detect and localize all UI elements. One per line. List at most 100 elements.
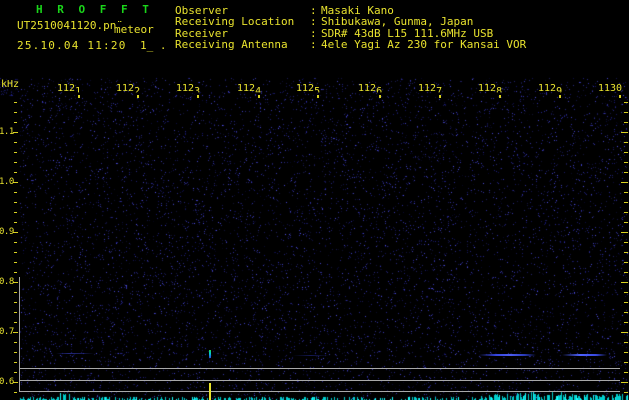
echo-counter: 1_ . xyxy=(140,39,167,52)
axis-tick xyxy=(624,262,628,263)
doppler-streak-3 xyxy=(479,354,536,356)
axis-tick xyxy=(624,102,628,103)
axis-tick xyxy=(14,222,17,223)
axis-tick xyxy=(14,322,17,323)
axis-tick xyxy=(624,302,628,303)
freq-unit-label: kHz xyxy=(1,79,20,90)
axis-tick xyxy=(14,252,17,253)
panel-left-border xyxy=(19,277,20,392)
spectrogram-noise-canvas xyxy=(0,0,629,400)
file-name: UT2510041120.pn¨ xyxy=(17,19,123,32)
axis-tick xyxy=(624,162,628,163)
axis-tick xyxy=(137,95,139,98)
axis-tick xyxy=(14,292,17,293)
axis-tick xyxy=(619,95,621,98)
doppler-streak-4 xyxy=(562,354,607,356)
time-axis-label: 1128 xyxy=(478,83,503,97)
axis-tick xyxy=(14,202,17,203)
axis-tick xyxy=(258,95,260,98)
axis-tick xyxy=(14,102,17,103)
axis-tick xyxy=(624,322,628,323)
axis-tick xyxy=(621,382,628,383)
time-axis-label: 1130 xyxy=(598,83,623,94)
axis-tick xyxy=(14,352,17,353)
axis-tick xyxy=(14,302,17,303)
axis-tick xyxy=(624,202,628,203)
axis-tick xyxy=(197,95,199,98)
axis-tick xyxy=(621,282,628,283)
axis-tick xyxy=(624,192,628,193)
axis-tick xyxy=(14,312,17,313)
file-line: UT2510041120.pn¨meteor xyxy=(17,19,154,36)
axis-tick xyxy=(499,95,501,98)
doppler-streak-1 xyxy=(56,353,94,354)
axis-tick xyxy=(14,212,17,213)
axis-tick xyxy=(317,95,319,98)
axis-tick xyxy=(14,122,17,123)
axis-tick xyxy=(14,112,17,113)
axis-tick xyxy=(14,162,17,163)
axis-tick xyxy=(624,342,628,343)
datetime-line: 25.10.04 11:20 1_ . xyxy=(17,39,167,52)
axis-tick xyxy=(14,172,17,173)
time-axis-label: 1123 xyxy=(176,83,201,97)
axis-tick xyxy=(624,142,628,143)
meteor-echo-mark xyxy=(209,350,211,358)
time-axis-label: 1129 xyxy=(538,83,563,97)
axis-tick xyxy=(624,272,628,273)
time-axis-label: 1126 xyxy=(358,83,383,97)
axis-tick xyxy=(14,242,17,243)
axis-tick xyxy=(14,372,17,373)
axis-tick xyxy=(559,95,561,98)
axis-tick xyxy=(439,95,441,98)
axis-tick xyxy=(14,152,17,153)
freq-axis-label: 0.8 xyxy=(0,277,14,287)
freq-axis-label: 0.7 xyxy=(0,327,14,337)
freq-axis-label: 1.1 xyxy=(0,127,14,137)
time-axis-label: 1122 xyxy=(116,83,141,97)
time-axis-label: 1124 xyxy=(237,83,262,97)
axis-tick xyxy=(379,95,381,98)
header-field-colon: : xyxy=(310,38,317,52)
axis-tick xyxy=(14,392,17,393)
axis-tick xyxy=(624,112,628,113)
axis-tick xyxy=(624,292,628,293)
axis-tick xyxy=(624,152,628,153)
axis-tick xyxy=(624,222,628,223)
axis-tick xyxy=(14,362,17,363)
axis-tick xyxy=(621,182,628,183)
axis-tick xyxy=(624,352,628,353)
time-axis-label: 1121 xyxy=(57,83,82,97)
axis-tick xyxy=(14,272,17,273)
time-axis-label: 1125 xyxy=(296,83,321,97)
axis-tick xyxy=(14,262,17,263)
axis-tick xyxy=(624,242,628,243)
axis-tick xyxy=(14,342,17,343)
freq-axis-label: 0.6 xyxy=(0,377,14,387)
axis-tick xyxy=(624,172,628,173)
axis-tick xyxy=(621,232,628,233)
header-field-label: Receiving Antenna xyxy=(175,38,288,52)
axis-tick xyxy=(14,192,17,193)
freq-axis-label: 1.0 xyxy=(0,177,14,187)
doppler-streak-2 xyxy=(293,355,329,356)
axis-tick xyxy=(14,142,17,143)
axis-tick xyxy=(621,132,628,133)
axis-tick xyxy=(624,312,628,313)
header-fields: Observer: Masaki Kano Receiving Location: S… xyxy=(175,5,526,51)
time-axis-label: 1127 xyxy=(418,83,443,97)
axis-tick xyxy=(624,122,628,123)
panel-divider-line-bottom xyxy=(19,391,620,392)
mode-label: meteor xyxy=(113,23,154,36)
axis-tick xyxy=(624,362,628,363)
header-field-value: 4ele Yagi Az 230 for Kansai VOR xyxy=(321,38,527,52)
echo-count-marker xyxy=(209,383,211,400)
axis-tick xyxy=(78,95,80,98)
header-field-row: Receiving Antenna:4ele Yagi Az 230 for K… xyxy=(175,38,527,52)
datetime-text: 25.10.04 11:20 xyxy=(17,39,127,52)
axis-tick xyxy=(624,392,628,393)
axis-tick xyxy=(624,252,628,253)
panel-divider-line-top xyxy=(19,368,620,369)
hrofft-screen: H R O F F T UT2510041120.pn¨meteor 25.10… xyxy=(0,0,629,400)
axis-tick xyxy=(624,372,628,373)
